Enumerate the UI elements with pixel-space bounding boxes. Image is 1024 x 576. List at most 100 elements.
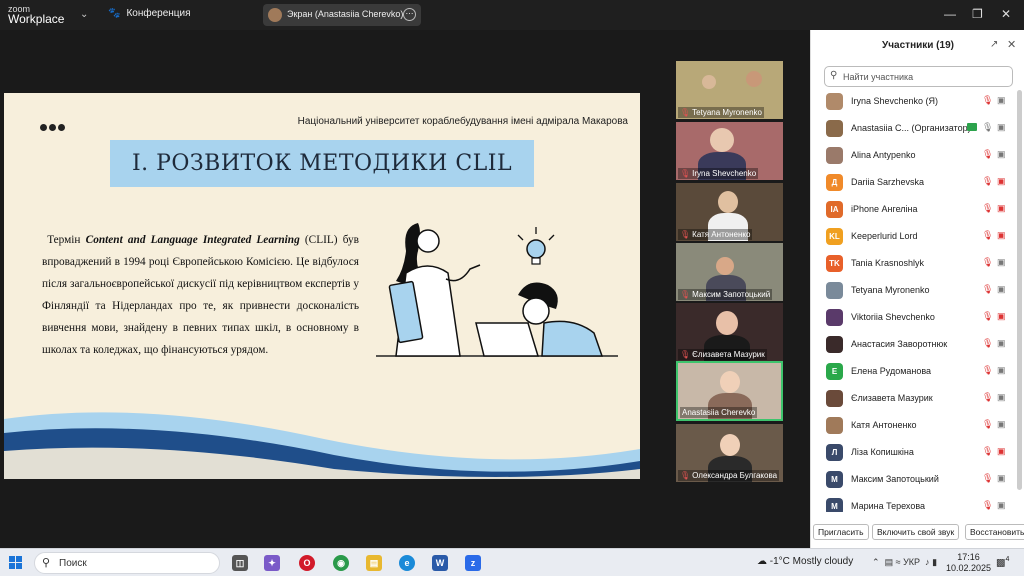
minimize-icon[interactable]: —: [944, 7, 956, 21]
mic-muted-icon[interactable]: 🎙: [982, 392, 993, 403]
weather-widget[interactable]: ☁ -1°C Mostly cloudy: [757, 556, 853, 567]
screen-share-indicator[interactable]: Экран (Anastasiia Cherevko) ⋯: [263, 4, 421, 26]
video-tile[interactable]: 🎙 Олександра Булгакова: [676, 424, 783, 482]
avatar: Е: [826, 363, 843, 380]
participant-row[interactable]: Анастасия Заворотнюк 🎙 ▣: [811, 331, 1024, 358]
camera-off-icon[interactable]: ▣: [997, 230, 1006, 241]
screen-share-icon: [967, 123, 977, 131]
windows-start-icon[interactable]: [9, 556, 23, 570]
avatar: М: [826, 498, 843, 512]
opera-icon[interactable]: O: [299, 555, 315, 571]
mic-muted-icon[interactable]: 🎙: [982, 338, 993, 349]
camera-icon[interactable]: ▣: [997, 95, 1006, 106]
video-tile[interactable]: 🎙 Єлизавета Мазурик: [676, 303, 783, 361]
participant-row[interactable]: Viktoriia Shevchenko 🎙 ▣: [811, 304, 1024, 331]
participant-row[interactable]: Єлизавета Мазурик 🎙 ▣: [811, 385, 1024, 412]
restore-button[interactable]: Восстановить: [965, 524, 1024, 540]
clock[interactable]: 17:16 10.02.2025: [946, 552, 991, 574]
edge-icon[interactable]: e: [399, 555, 415, 571]
task-view-icon[interactable]: ◫: [232, 555, 248, 571]
mic-muted-icon[interactable]: 🎙: [982, 311, 993, 322]
mic-muted-icon[interactable]: 🎙: [982, 365, 993, 376]
camera-icon[interactable]: ▣: [997, 419, 1006, 430]
video-tile-active-speaker[interactable]: Anastasiia Cherevko: [676, 361, 783, 421]
camera-off-icon[interactable]: ▣: [997, 203, 1006, 214]
participant-search-input[interactable]: ⚲ Найти участника: [824, 66, 1013, 87]
participant-name: Iryna Shevchenko (Я): [851, 96, 939, 106]
camera-icon[interactable]: ▣: [997, 149, 1006, 160]
notification-icon[interactable]: ▩4: [996, 556, 1009, 568]
mic-muted-icon[interactable]: 🎙: [982, 149, 993, 160]
participant-row[interactable]: Alina Antypenko 🎙 ▣: [811, 142, 1024, 169]
chrome-icon[interactable]: ◉: [333, 555, 349, 571]
avatar: М: [826, 471, 843, 488]
camera-icon[interactable]: ▣: [997, 284, 1006, 295]
camera-off-icon[interactable]: ▣: [997, 446, 1006, 457]
mic-muted-icon[interactable]: 🎙: [982, 257, 993, 268]
unmute-button[interactable]: Включить свой звук: [872, 524, 960, 540]
mic-muted-icon[interactable]: 🎙: [982, 284, 993, 295]
camera-off-icon[interactable]: ▣: [997, 176, 1006, 187]
speaker-icon: ♪: [925, 557, 930, 567]
meeting-menu-button[interactable]: 🐾 Конференция: [108, 8, 191, 19]
system-tray[interactable]: ⌃ ▤ ≈ УКР ♪ ▮: [872, 557, 937, 568]
copilot-icon[interactable]: ✦: [264, 555, 280, 571]
zoom-icon[interactable]: z: [465, 555, 481, 571]
participant-row[interactable]: Anastasiia C... (Организатор) 🎙 ▣: [811, 115, 1024, 142]
participant-row[interactable]: Iryna Shevchenko (Я) 🎙 ▣: [811, 88, 1024, 115]
mic-muted-icon: 🎙: [680, 230, 691, 239]
camera-icon[interactable]: ▣: [997, 257, 1006, 268]
participant-name: Катя Антоненко: [851, 420, 917, 430]
participant-row[interactable]: Л Ліза Копишкіна 🎙 ▣: [811, 439, 1024, 466]
taskbar-search-input[interactable]: ⚲ Поиск: [34, 552, 220, 574]
participant-row[interactable]: М Максим Запотоцький 🎙 ▣: [811, 466, 1024, 493]
video-tile[interactable]: 🎙 Tetyana Myronenko: [676, 61, 783, 119]
slide-title: I. РОЗВИТОК МЕТОДИКИ CLIL: [110, 140, 534, 187]
participant-row[interactable]: TK Tania Krasnoshlyk 🎙 ▣: [811, 250, 1024, 277]
more-options-icon[interactable]: ⋯: [403, 8, 416, 21]
avatar: [826, 390, 843, 407]
mic-muted-icon[interactable]: 🎙: [982, 230, 993, 241]
video-tile[interactable]: 🎙 Катя Антоненко: [676, 183, 783, 241]
avatar: [826, 309, 843, 326]
word-icon[interactable]: W: [432, 555, 448, 571]
camera-icon[interactable]: ▣: [997, 473, 1006, 484]
mic-muted-icon[interactable]: 🎙: [982, 419, 993, 430]
participant-row[interactable]: Е Елена Рудоманова 🎙 ▣: [811, 358, 1024, 385]
camera-icon[interactable]: ▣: [997, 365, 1006, 376]
chevron-down-icon[interactable]: ⌄: [80, 9, 88, 20]
mic-muted-icon[interactable]: 🎙: [982, 176, 993, 187]
close-icon[interactable]: ✕: [1001, 7, 1011, 21]
camera-icon[interactable]: ▣: [997, 500, 1006, 511]
participant-row[interactable]: KL Keeperlurid Lord 🎙 ▣: [811, 223, 1024, 250]
participant-row[interactable]: М Марина Терехова 🎙 ▣: [811, 493, 1024, 512]
scrollbar[interactable]: [1017, 90, 1022, 490]
wifi-icon: ≈: [895, 557, 901, 567]
participant-row[interactable]: IA iPhone Ангеліна 🎙 ▣: [811, 196, 1024, 223]
participant-name: Марина Терехова: [851, 501, 926, 511]
camera-icon[interactable]: ▣: [997, 338, 1006, 349]
camera-icon[interactable]: ▣: [997, 122, 1006, 133]
participant-name: Dariia Sarzhevska: [851, 177, 925, 187]
mic-muted-icon: 🎙: [680, 290, 691, 299]
avatar: [826, 120, 843, 137]
participant-row[interactable]: Tetyana Myronenko 🎙 ▣: [811, 277, 1024, 304]
participant-row[interactable]: Д Dariia Sarzhevska 🎙 ▣: [811, 169, 1024, 196]
mic-muted-icon[interactable]: 🎙: [982, 203, 993, 214]
video-tile[interactable]: 🎙 Максим Запотоцький: [676, 243, 783, 301]
video-tile[interactable]: 🎙 Iryna Shevchenko: [676, 122, 783, 180]
mic-muted-icon[interactable]: 🎙: [982, 446, 993, 457]
file-explorer-icon[interactable]: ▤: [366, 555, 382, 571]
invite-button[interactable]: Пригласить: [813, 524, 869, 540]
restore-icon[interactable]: ❐: [972, 7, 983, 21]
chevron-up-icon: ⌃: [872, 557, 880, 567]
camera-off-icon[interactable]: ▣: [997, 311, 1006, 322]
popout-icon[interactable]: ↗: [990, 39, 998, 50]
participant-row[interactable]: Катя Антоненко 🎙 ▣: [811, 412, 1024, 439]
camera-icon[interactable]: ▣: [997, 392, 1006, 403]
mic-muted-icon[interactable]: 🎙: [982, 95, 993, 106]
mic-muted-icon[interactable]: 🎙: [982, 500, 993, 511]
mic-icon[interactable]: 🎙: [982, 122, 993, 133]
mic-muted-icon[interactable]: 🎙: [982, 473, 993, 484]
close-icon[interactable]: ✕: [1007, 38, 1016, 51]
